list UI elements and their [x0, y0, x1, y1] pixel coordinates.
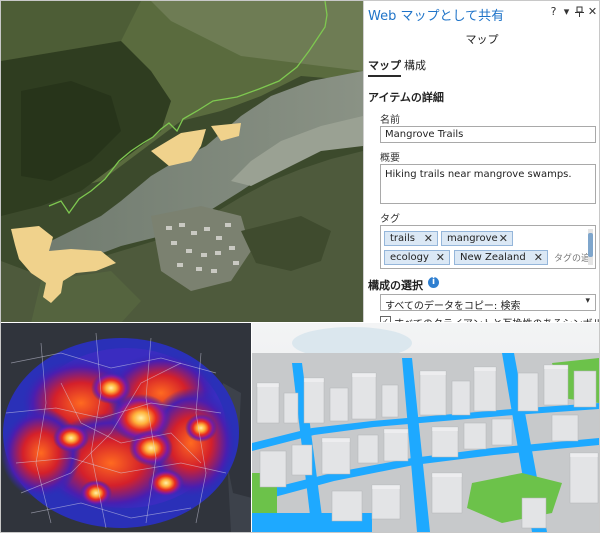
tag-chip-label: ecology	[390, 252, 429, 263]
summary-textarea[interactable]: Hiking trails near mangrove swamps.	[380, 164, 596, 204]
tag-chip-label: mangrove	[447, 233, 498, 244]
close-icon[interactable]: ✕	[587, 6, 598, 18]
tag-chip: ecology ✕	[384, 250, 450, 265]
tag-remove-icon[interactable]: ✕	[499, 232, 508, 245]
configuration-select[interactable]: すべてのデータをコピー: 検索 ▾	[380, 294, 596, 312]
tag-chip-label: trails	[390, 233, 415, 244]
3d-buildings	[252, 323, 599, 532]
pane-title: Web マップとして共有	[368, 9, 505, 24]
name-label: 名前	[380, 115, 400, 126]
tag-chip: New Zealand ✕	[454, 250, 548, 265]
tag-chip: trails ✕	[384, 231, 438, 246]
tab-map[interactable]: マップ	[368, 57, 401, 77]
tags-label: タグ	[380, 214, 400, 225]
tag-chip: mangrove ✕	[441, 231, 513, 246]
tag-remove-icon[interactable]: ✕	[436, 251, 445, 264]
summary-label: 概要	[380, 153, 400, 164]
tag-chip-label: New Zealand	[460, 252, 526, 263]
pane-menu-icon[interactable]: ▾	[561, 6, 572, 18]
configuration-heading: 構成の選択	[368, 279, 423, 292]
tags-scrollbar-thumb[interactable]	[588, 233, 593, 257]
tag-remove-icon[interactable]: ✕	[534, 251, 543, 264]
share-web-map-pane: Web マップとして共有 ? ▾ ✕ マップ マップ 構成 アイテムの詳細 名前…	[363, 1, 599, 323]
info-icon[interactable]: i	[428, 277, 439, 288]
item-details-heading: アイテムの詳細	[368, 91, 444, 104]
configuration-select-value: すべてのデータをコピー: 検索	[385, 301, 521, 312]
name-input[interactable]: Mangrove Trails	[380, 126, 596, 143]
tab-configuration[interactable]: 構成	[404, 57, 426, 73]
3d-city-scene[interactable]	[252, 323, 599, 532]
chevron-down-icon: ▾	[585, 296, 590, 306]
heatmap-map[interactable]	[1, 323, 252, 532]
pin-icon[interactable]	[574, 6, 585, 20]
heatmap-layer	[1, 323, 252, 532]
tag-remove-icon[interactable]: ✕	[424, 232, 433, 245]
tags-scrollbar[interactable]	[588, 229, 593, 265]
help-icon[interactable]: ?	[548, 6, 559, 18]
tags-placeholder: タグの追	[554, 254, 591, 264]
composite-screenshot: Web マップとして共有 ? ▾ ✕ マップ マップ 構成 アイテムの詳細 名前…	[0, 0, 600, 533]
tags-input[interactable]: trails ✕ mangrove ✕ ecology ✕ New Zealan…	[380, 225, 596, 269]
satellite-imagery	[1, 1, 363, 323]
pane-subtitle: マップ	[465, 33, 499, 46]
satellite-imagery-map[interactable]	[1, 1, 363, 323]
pane-titlebar: Web マップとして共有 ? ▾ ✕	[364, 1, 599, 25]
